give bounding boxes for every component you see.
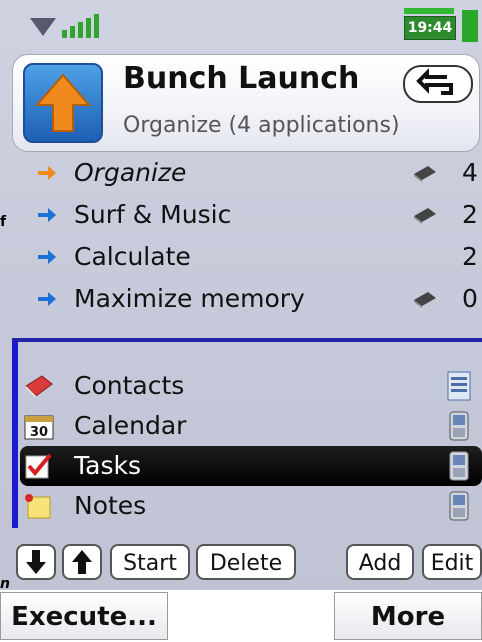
group-label: Maximize memory [74,284,305,313]
memory-chip-icon [414,208,436,224]
group-item-maximize-memory[interactable]: Maximize memory 0 [0,278,482,320]
app-title: Bunch Launch [123,61,360,96]
move-up-button[interactable] [62,544,102,580]
arrow-right-icon [38,166,56,180]
app-item-contacts[interactable]: Contacts [20,366,482,406]
phone-screen: 19:44 Bunch Launch Organize (4 applicati… [0,0,482,642]
add-button[interactable]: Add [346,544,414,580]
battery-level-icon [404,8,454,14]
app-name: Notes [74,491,147,520]
app-item-tasks[interactable]: Tasks [20,446,482,486]
arrow-right-icon [38,292,56,306]
group-label: Calculate [74,242,191,271]
edit-button[interactable]: Edit [422,544,482,580]
arrow-up-icon [72,550,92,574]
arrow-right-icon [38,250,56,264]
tasks-check-icon [25,453,52,479]
svg-text:30: 30 [30,425,48,440]
app-name: Contacts [74,371,185,400]
move-down-button[interactable] [16,544,56,580]
more-softkey[interactable]: More [334,592,482,640]
arrow-down-icon [26,550,46,574]
bunch-launch-app-icon [23,63,103,143]
delete-button[interactable]: Delete [196,544,296,580]
execute-softkey[interactable]: Execute... [0,592,168,640]
app-item-notes[interactable]: Notes [20,486,482,526]
group-count: 2 [462,200,478,229]
group-item-surf-music[interactable]: Surf & Music 2 [0,194,482,236]
phone-device-icon [449,491,469,521]
arrow-right-icon [38,208,56,222]
side-mark: f [0,214,7,230]
phone-device-icon [449,411,469,441]
phone-device-icon [449,451,469,481]
memory-chip-icon [414,166,436,182]
group-count: 4 [462,158,478,187]
app-list-icon [447,371,471,401]
group-item-calculate[interactable]: Calculate 2 [0,236,482,278]
action-toolbar: Start Delete Add Edit [0,540,482,584]
app-item-calendar[interactable]: 30 Calendar [20,406,482,446]
signal-strength-icon [30,14,99,38]
calendar-icon: 30 [24,415,54,440]
start-button[interactable]: Start [110,544,190,580]
list-divider [12,338,482,342]
back-arrow-icon [416,68,453,95]
app-name: Tasks [74,451,141,480]
app-name: Calendar [74,411,187,440]
battery-icon [462,10,478,42]
app-subtitle: Organize (4 applications) [123,113,400,138]
memory-chip-icon [414,292,436,308]
clock: 19:44 [404,16,456,40]
status-bar: 19:44 [0,0,482,52]
notes-icon [25,494,51,519]
softkey-bar: Execute... More [0,590,482,642]
app-header: Bunch Launch Organize (4 applications) [12,54,480,152]
side-mark: n [0,576,10,592]
group-item-organize[interactable]: Organize 4 [0,152,482,194]
group-count: 2 [462,242,478,271]
group-count: 0 [462,284,478,313]
list-selection-bar [12,342,18,528]
contacts-book-icon [25,375,53,398]
back-button[interactable] [403,65,473,103]
group-label: Surf & Music [74,200,232,229]
group-label: Organize [74,158,187,187]
